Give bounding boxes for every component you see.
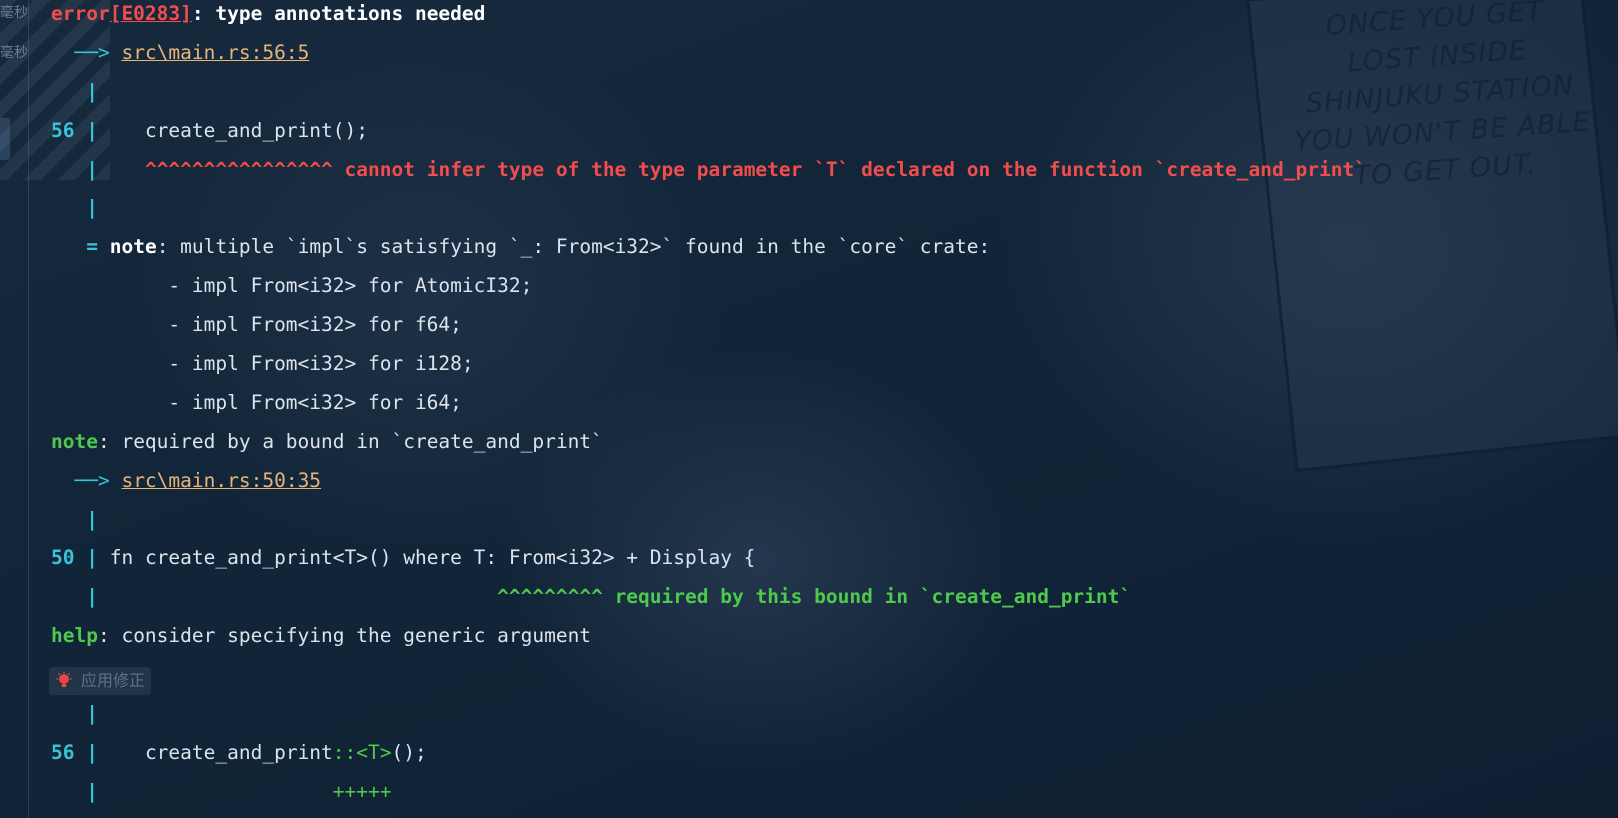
gutter-line: |: [86, 196, 98, 220]
note-required-line: note: required by a bound in `create_and…: [51, 429, 603, 453]
apply-fix-button[interactable]: 应用修正: [49, 666, 152, 695]
apply-fix-label: 应用修正: [81, 670, 146, 690]
impl-item: - impl From<i32> for f64;: [168, 313, 462, 337]
source-location-link[interactable]: src\main.rs:56:5: [121, 41, 309, 64]
impl-item: - impl From<i32> for AtomicI32;: [168, 274, 533, 298]
note-line: = note: multiple `impl`s satisfying `_: …: [86, 235, 991, 259]
help-line: help: consider specifying the generic ar…: [51, 624, 592, 648]
gutter-line: |: [86, 79, 98, 103]
error-code-link[interactable]: [E0283]: [110, 2, 192, 25]
underline-line: | ^^^^^^^^^ required by this bound in `c…: [86, 585, 1132, 609]
source-location-link[interactable]: src\main.rs:50:35: [121, 469, 321, 492]
source-line: 56 | create_and_print::<T>();: [51, 740, 427, 764]
impl-item: - impl From<i32> for i64;: [168, 390, 462, 414]
insertion-marker-line: | +++++: [86, 779, 392, 803]
source-line: 56 | create_and_print();: [51, 118, 369, 142]
quick-fix-row: 应用修正: [49, 661, 1618, 700]
underline-line: | ^^^^^^^^^^^^^^^^ cannot infer type of …: [86, 157, 1366, 181]
error-header: error[E0283]: type annotations needed: [51, 2, 486, 25]
gutter-time-label: 毫秒: [0, 45, 28, 61]
source-line: 50 | fn create_and_print<T>() where T: F…: [51, 546, 756, 570]
impl-item: - impl From<i32> for i128;: [168, 352, 474, 376]
editor-gutter-divider: [28, 0, 29, 818]
compiler-output: error[E0283]: type annotations needed ──…: [49, 0, 1618, 817]
gutter-time-label: 毫秒: [0, 5, 28, 21]
location-line: ──> src\main.rs:56:5: [74, 40, 310, 64]
lightbulb-icon: [56, 671, 72, 687]
location-line: ──> src\main.rs:50:35: [74, 468, 322, 492]
gutter-marker: [0, 118, 10, 160]
gutter-line: |: [86, 507, 98, 531]
gutter-line: |: [86, 702, 98, 726]
